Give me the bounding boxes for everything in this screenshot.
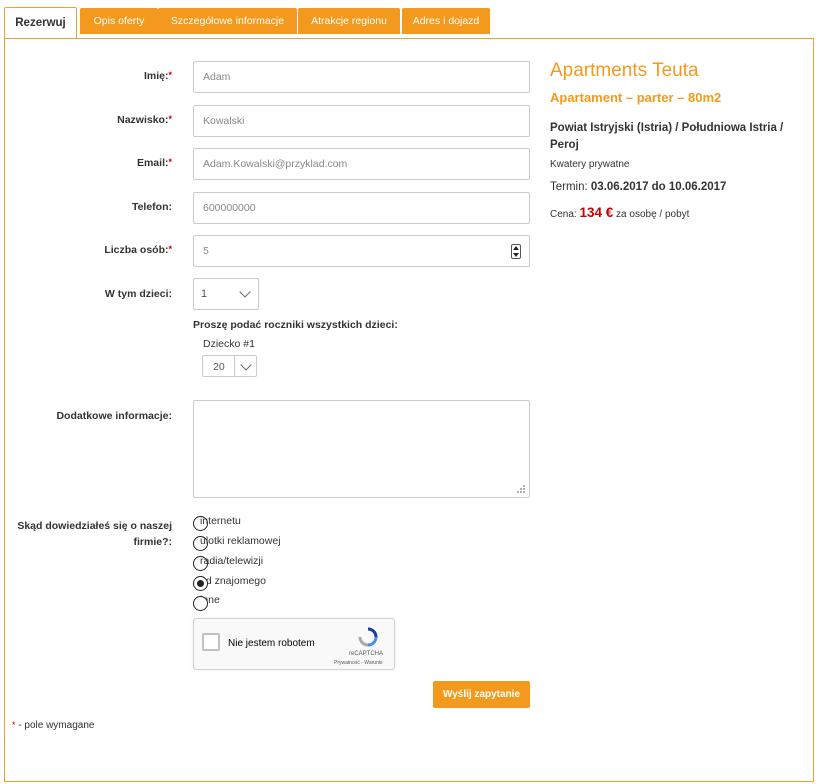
tab-atrakcje-regionu[interactable]: Atrakcje regionu [298, 8, 400, 34]
first-name-label: Imię:* [143, 70, 172, 82]
tab-opis-oferty[interactable]: Opis oferty [80, 8, 158, 34]
recaptcha-checkbox[interactable] [202, 633, 220, 651]
select-divider [234, 355, 235, 377]
offer-title: Apartments Teuta [550, 60, 699, 81]
phone-input[interactable]: 600000000 [193, 192, 530, 224]
children-select-value: 1 [201, 288, 208, 300]
chevron-down-icon [239, 286, 251, 298]
source-option-label: ulotki reklamowej [200, 535, 281, 547]
child-1-year-select[interactable]: 20 [202, 355, 257, 377]
required-note: * - pole wymagane [12, 720, 95, 731]
phone-label: Telefon: [131, 201, 172, 213]
source-radio-znajomy[interactable] [193, 576, 208, 591]
source-option-label: radia/telewizji [200, 555, 264, 567]
recaptcha-widget: Nie jestem robotem reCAPTCHA Prywatność … [193, 618, 395, 670]
chevron-down-icon [240, 359, 252, 371]
child-1-label: Dziecko #1 [203, 338, 255, 350]
submit-button[interactable]: Wyślij zapytanie [433, 681, 530, 708]
persons-label: Liczba osób:* [104, 244, 172, 256]
email-label: Email:* [136, 157, 172, 169]
additional-info-textarea[interactable] [193, 400, 530, 498]
children-label: W tym dzieci: [104, 288, 172, 300]
source-option-label: internetu [200, 515, 241, 527]
first-name-input[interactable]: Adam [193, 61, 530, 93]
source-radio-inne[interactable] [193, 596, 208, 611]
offer-term: Termin: 03.06.2017 do 10.06.2017 [550, 181, 727, 193]
recaptcha-label: Nie jestem robotem [228, 638, 315, 649]
child-1-year-value: 20 [213, 361, 225, 373]
offer-region: Powiat Istryjski (Istria) / Południowa I… [550, 122, 784, 151]
recaptcha-terms-link[interactable]: Prywatność - Warunki [334, 660, 382, 666]
persons-value: 5 [203, 245, 209, 257]
tab-rezerwuj[interactable]: Rezerwuj [4, 7, 77, 39]
recaptcha-logo-icon [358, 627, 378, 647]
additional-info-label: Dodatkowe informacje: [56, 410, 172, 422]
tab-szczegolowe-informacje[interactable]: Szczegółowe informacje [158, 8, 297, 34]
price-value: 134 € [579, 205, 614, 220]
children-select[interactable]: 1 [193, 278, 259, 310]
source-option-label: od znajomego [200, 575, 266, 587]
resize-handle-icon[interactable] [516, 484, 526, 494]
children-years-prompt: Proszę podać roczniki wszystkich dzieci: [193, 319, 398, 331]
source-label: Skąd dowiedziałeś się o naszej firmie?: [17, 520, 172, 548]
last-name-input[interactable]: Kowalski [193, 105, 530, 137]
persons-input[interactable]: 5 [193, 235, 530, 267]
email-input[interactable]: Adam.Kowalski@przyklad.com [193, 148, 530, 180]
tab-adres-i-dojazd[interactable]: Adres i dojazd [402, 8, 490, 34]
recaptcha-brand: reCAPTCHA [349, 651, 384, 657]
offer-type: Kwatery prywatne [550, 159, 630, 170]
last-name-label: Nazwisko:* [117, 114, 172, 126]
offer-price: Cena: 134 € za osobę / pobyt [550, 205, 690, 220]
persons-spinner[interactable] [511, 244, 521, 259]
offer-subtitle: Apartament – parter – 80m2 [550, 90, 722, 105]
